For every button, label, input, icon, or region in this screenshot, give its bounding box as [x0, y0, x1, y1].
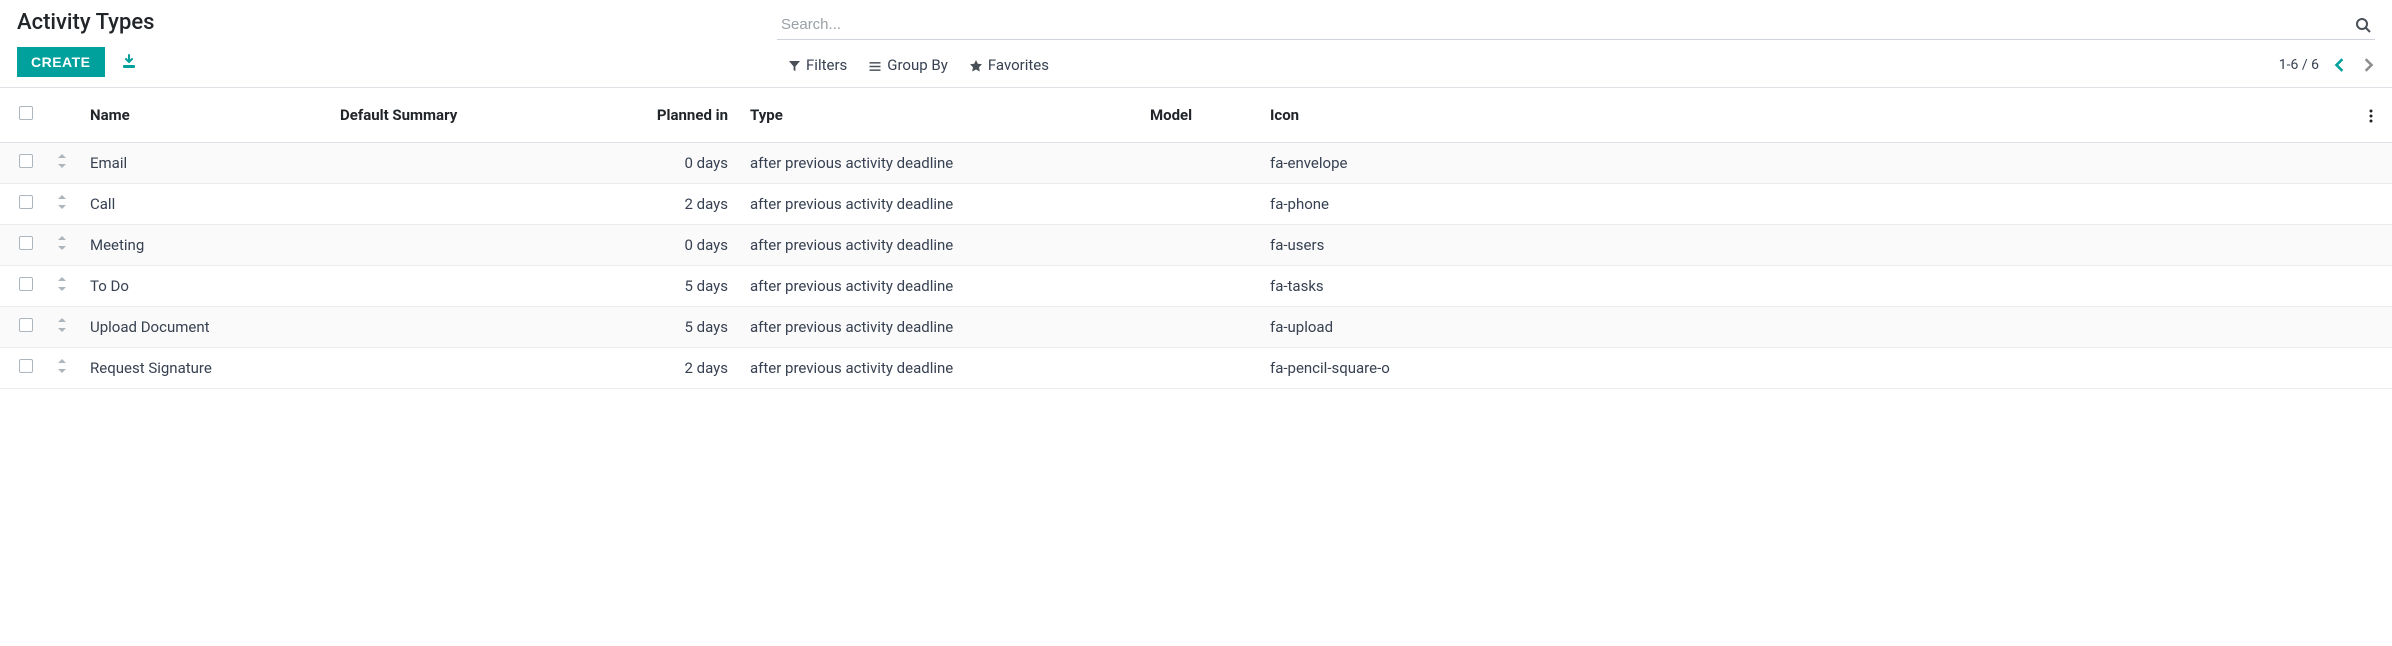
funnel-icon [789, 56, 800, 74]
filters-label: Filters [806, 56, 847, 74]
search-icon[interactable] [2351, 16, 2375, 32]
cell-planned-in: 5 days [590, 307, 740, 348]
cell-name: Email [80, 143, 330, 184]
drag-handle-icon[interactable] [57, 277, 67, 291]
select-all-checkbox[interactable] [19, 106, 33, 120]
cell-default-summary [330, 184, 590, 225]
cell-model [1140, 184, 1260, 225]
drag-handle-icon[interactable] [57, 359, 67, 373]
pager-next-button[interactable] [2361, 58, 2375, 72]
favorites-label: Favorites [988, 56, 1049, 74]
col-type[interactable]: Type [740, 88, 1140, 143]
drag-handle-icon[interactable] [57, 154, 67, 168]
cell-type: after previous activity deadline [740, 266, 1140, 307]
drag-handle-icon[interactable] [57, 236, 67, 250]
table-row[interactable]: Call 2 days after previous activity dead… [0, 184, 2392, 225]
page-title: Activity Types [17, 10, 777, 35]
create-button[interactable]: CREATE [17, 47, 105, 77]
cell-default-summary [330, 266, 590, 307]
col-model[interactable]: Model [1140, 88, 1260, 143]
star-icon [970, 56, 982, 74]
cell-type: after previous activity deadline [740, 225, 1140, 266]
col-name[interactable]: Name [80, 88, 330, 143]
cell-icon: fa-pencil-square-o [1260, 348, 2356, 389]
col-default-summary[interactable]: Default Summary [330, 88, 590, 143]
column-options-button[interactable] [2369, 106, 2373, 124]
cell-planned-in: 2 days [590, 184, 740, 225]
drag-handle-icon[interactable] [57, 195, 67, 209]
cell-type: after previous activity deadline [740, 307, 1140, 348]
table-row[interactable]: Request Signature 2 days after previous … [0, 348, 2392, 389]
group-by-label: Group By [887, 56, 948, 74]
row-checkbox[interactable] [19, 236, 33, 250]
list-icon [869, 56, 881, 74]
cell-icon: fa-upload [1260, 307, 2356, 348]
group-by-button[interactable]: Group By [869, 56, 948, 74]
drag-handle-icon[interactable] [57, 318, 67, 332]
cell-name: Request Signature [80, 348, 330, 389]
row-checkbox[interactable] [19, 359, 33, 373]
cell-planned-in: 2 days [590, 348, 740, 389]
cell-type: after previous activity deadline [740, 143, 1140, 184]
cell-name: Meeting [80, 225, 330, 266]
cell-model [1140, 143, 1260, 184]
row-checkbox[interactable] [19, 154, 33, 168]
cell-planned-in: 5 days [590, 266, 740, 307]
cell-model [1140, 266, 1260, 307]
col-icon[interactable]: Icon [1260, 88, 2356, 143]
cell-planned-in: 0 days [590, 143, 740, 184]
cell-model [1140, 348, 1260, 389]
cell-model [1140, 307, 1260, 348]
favorites-button[interactable]: Favorites [970, 56, 1049, 74]
cell-icon: fa-envelope [1260, 143, 2356, 184]
activity-types-table: Name Default Summary Planned in Type Mod… [0, 88, 2392, 389]
cell-model [1140, 225, 1260, 266]
cell-default-summary [330, 225, 590, 266]
row-checkbox[interactable] [19, 195, 33, 209]
cell-default-summary [330, 143, 590, 184]
col-planned-in[interactable]: Planned in [590, 88, 740, 143]
search-input[interactable] [777, 16, 2351, 33]
cell-default-summary [330, 348, 590, 389]
cell-type: after previous activity deadline [740, 348, 1140, 389]
pager-range: 1-6 / 6 [2279, 57, 2319, 73]
import-icon[interactable] [121, 54, 137, 70]
pager-prev-button[interactable] [2333, 58, 2347, 72]
cell-name: Call [80, 184, 330, 225]
cell-type: after previous activity deadline [740, 184, 1140, 225]
table-row[interactable]: Upload Document 5 days after previous ac… [0, 307, 2392, 348]
table-row[interactable]: To Do 5 days after previous activity dea… [0, 266, 2392, 307]
cell-name: Upload Document [80, 307, 330, 348]
filters-button[interactable]: Filters [789, 56, 847, 74]
row-checkbox[interactable] [19, 277, 33, 291]
cell-icon: fa-tasks [1260, 266, 2356, 307]
cell-icon: fa-phone [1260, 184, 2356, 225]
cell-name: To Do [80, 266, 330, 307]
row-checkbox[interactable] [19, 318, 33, 332]
table-row[interactable]: Meeting 0 days after previous activity d… [0, 225, 2392, 266]
table-row[interactable]: Email 0 days after previous activity dea… [0, 143, 2392, 184]
cell-default-summary [330, 307, 590, 348]
cell-planned-in: 0 days [590, 225, 740, 266]
cell-icon: fa-users [1260, 225, 2356, 266]
